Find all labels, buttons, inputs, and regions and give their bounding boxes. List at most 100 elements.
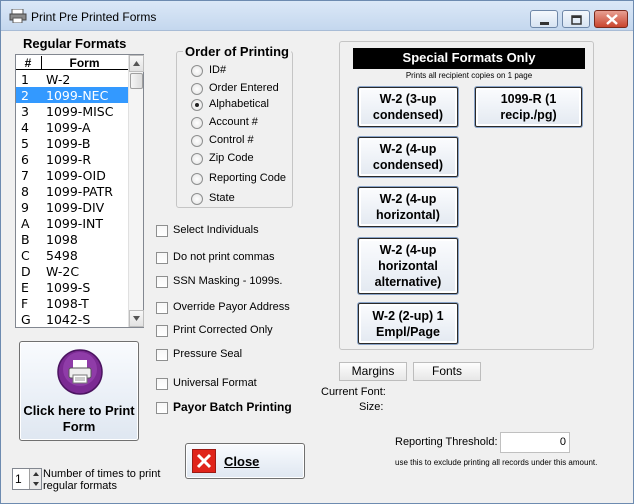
special-format-button[interactable]: W-2 (2-up) 1 Empl/Page <box>358 303 458 344</box>
special-format-button[interactable]: W-2 (4-up horizontal) <box>358 187 458 227</box>
list-item-id: F <box>21 296 29 311</box>
list-item-id: 6 <box>21 152 29 167</box>
order-radio-label: Order Entered <box>209 82 279 94</box>
order-radio-id-[interactable] <box>191 65 203 77</box>
list-item[interactable]: A 1099-INT <box>16 215 128 231</box>
list-item-form: 1099-A <box>46 120 91 135</box>
window-title: Print Pre Printed Forms <box>31 10 157 24</box>
checkbox-pressure-seal[interactable] <box>156 349 168 361</box>
list-item[interactable]: 5 1099-B <box>16 135 128 151</box>
checkbox-label: Do not print commas <box>173 251 275 263</box>
list-item[interactable]: 8 1099-PATR <box>16 183 128 199</box>
order-radio-label: Control # <box>209 134 254 146</box>
close-x-icon <box>606 14 618 25</box>
maximize-button[interactable] <box>562 10 590 28</box>
scroll-up-button[interactable] <box>129 55 144 72</box>
order-of-printing-title: Order of Printing <box>183 44 291 59</box>
special-format-button-label: condensed) <box>372 108 444 122</box>
list-item-id: 7 <box>21 168 29 183</box>
list-item[interactable]: 3 1099-MISC <box>16 103 128 119</box>
spin-down-button[interactable] <box>29 479 41 489</box>
order-radio-order-entered[interactable] <box>191 83 203 95</box>
special-format-button-label: condensed) <box>372 158 444 172</box>
special-format-button-label: W-2 (4-up <box>379 243 437 257</box>
checkbox-label: Print Corrected Only <box>173 324 273 336</box>
column-header-form: Form <box>41 56 127 70</box>
list-item-id: 2 <box>21 88 29 103</box>
order-radio-zip-code[interactable] <box>191 153 203 165</box>
list-item-form: W-2C <box>46 264 80 279</box>
list-item-form: 1099-MISC <box>46 104 114 119</box>
special-format-button-label: W-2 (4-up <box>379 192 437 206</box>
spin-up-button[interactable] <box>29 469 41 479</box>
special-format-button-label: horizontal <box>378 259 438 273</box>
list-item-id: 3 <box>21 104 29 119</box>
list-item[interactable]: B 1098 <box>16 231 128 247</box>
print-form-button[interactable]: Click here to Print Form <box>19 341 139 441</box>
checkbox-label: Pressure Seal <box>173 348 243 360</box>
list-item[interactable]: 7 1099-OID <box>16 167 128 183</box>
fonts-button[interactable]: Fonts <box>413 362 481 381</box>
list-item[interactable]: E 1099-S <box>16 279 128 295</box>
checkbox-label: Universal Format <box>173 377 257 389</box>
checkbox-override-payor-address[interactable] <box>156 302 168 314</box>
list-item-form: 1099-INT <box>46 216 103 231</box>
list-item-form: 1099-DIV <box>46 200 105 215</box>
list-item[interactable]: 9 1099-DIV <box>16 199 128 215</box>
checkbox-payor-batch-printing[interactable] <box>156 402 168 414</box>
checkbox-select-individuals[interactable] <box>156 225 168 237</box>
scroll-thumb[interactable] <box>130 73 143 89</box>
special-formats-title: Special Formats Only <box>353 48 585 69</box>
special-format-button-label: W-2 (4-up <box>379 142 437 156</box>
list-item[interactable]: 2 1099-NEC <box>16 87 128 103</box>
special-format-button[interactable]: W-2 (4-up horizontal alternative) <box>358 238 458 294</box>
reporting-threshold-label: Reporting Threshold: <box>395 436 498 448</box>
list-item-form: 1099-S <box>46 280 91 295</box>
special-format-button-label: horizontal) <box>376 208 440 222</box>
order-radio-reporting-code[interactable] <box>191 173 203 185</box>
special-format-button-label: recip./pg) <box>500 108 557 122</box>
special-format-button[interactable]: W-2 (4-up condensed) <box>358 137 458 177</box>
list-scrollbar[interactable] <box>128 55 144 327</box>
order-radio-alphabetical[interactable] <box>191 99 203 111</box>
order-radio-state[interactable] <box>191 193 203 205</box>
scroll-down-button[interactable] <box>129 310 144 327</box>
order-radio-control-[interactable] <box>191 135 203 147</box>
list-item[interactable]: 4 1099-A <box>16 119 128 135</box>
minimize-button[interactable] <box>530 10 558 28</box>
times-to-print-spinner[interactable]: 1 <box>12 468 42 490</box>
order-radio-account-[interactable] <box>191 117 203 129</box>
arrow-down-icon <box>133 316 140 321</box>
regular-formats-list[interactable]: # Form 1 W-2 2 1099-NEC 3 1099-MISC 4 1099-A 5 10… <box>15 54 144 328</box>
list-item[interactable]: G 1042-S <box>16 311 128 327</box>
checkbox-label: Payor Batch Printing <box>173 400 292 414</box>
list-item-form: 1098 <box>46 232 78 247</box>
special-format-button[interactable]: W-2 (3-up condensed) <box>358 87 458 127</box>
close-button[interactable]: Close <box>185 443 305 479</box>
list-item[interactable]: 6 1099-R <box>16 151 128 167</box>
margins-button[interactable]: Margins <box>339 362 407 381</box>
window-close-button[interactable] <box>594 10 628 28</box>
list-item-form: 1099-R <box>46 152 92 167</box>
checkbox-print-corrected-only[interactable] <box>156 325 168 337</box>
checkbox-universal-format[interactable] <box>156 378 168 390</box>
list-header: # Form <box>16 55 128 70</box>
list-item[interactable]: D W-2C <box>16 263 128 279</box>
close-button-label: Close <box>224 454 260 469</box>
checkbox-ssn-masking-1099s[interactable] <box>156 276 168 288</box>
reporting-threshold-input[interactable]: 0 <box>500 432 570 453</box>
list-item-form: 1099-PATR <box>46 184 113 199</box>
list-item-id: 5 <box>21 136 29 151</box>
special-format-button[interactable]: 1099-R (1 recip./pg) <box>475 87 582 127</box>
list-item-form: 1098-T <box>46 296 89 311</box>
list-item[interactable]: 1 W-2 <box>16 71 128 87</box>
list-item-form: 1099-B <box>46 136 91 151</box>
list-item[interactable]: C 5498 <box>16 247 128 263</box>
list-item-form: 1042-S <box>46 312 91 327</box>
checkbox-do-not-print-commas[interactable] <box>156 252 168 264</box>
list-item[interactable]: F 1098-T <box>16 295 128 311</box>
print-form-label: Click here to Print Form <box>23 403 135 434</box>
title-bar: Print Pre Printed Forms <box>1 1 633 31</box>
list-item-id: 9 <box>21 200 29 215</box>
printer-icon <box>9 9 27 23</box>
